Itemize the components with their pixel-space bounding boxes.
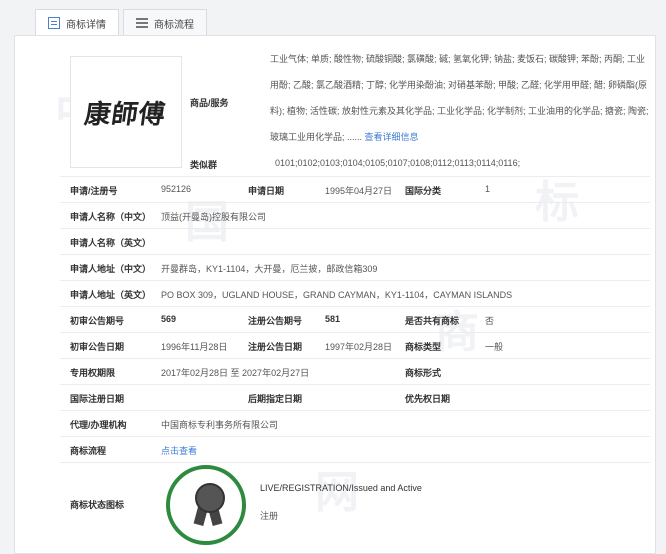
reg-pub-no-value: 581: [325, 314, 341, 324]
applicant-name-cn-label: 申请人名称（中文）: [70, 212, 152, 222]
reg-pub-date-label: 注册公告日期: [248, 342, 303, 352]
goods-label: 商品/服务: [190, 98, 229, 108]
applicant-address-cn-label: 申请人地址（中文）: [70, 264, 152, 274]
tab-label: 商标流程: [154, 19, 194, 31]
divider: [60, 462, 650, 463]
intl-class-label: 国际分类: [405, 186, 442, 196]
status-subtext: 注册: [260, 511, 279, 521]
trademark-type-label: 商标类型: [405, 342, 442, 352]
goods-list: 工业气体; 单质; 酸性物; 硫酸铜酸; 氯磺酸; 碱; 氢氧化钾; 钠盐; 麦…: [270, 46, 650, 150]
class-group-value: 0101;0102;0103;0104;0105;0107;0108;0112;…: [275, 158, 521, 168]
trademark-form-label: 商标形式: [405, 368, 442, 378]
app-date-value: 1995年04月27日: [325, 186, 393, 196]
view-details-link[interactable]: 查看详细信息: [365, 132, 419, 142]
divider: [60, 306, 650, 307]
intl-reg-date-label: 国际注册日期: [70, 394, 125, 404]
status-icon-label: 商标状态图标: [70, 500, 125, 510]
class-group-label: 类似群: [190, 160, 218, 170]
reg-no-label: 申请/注册号: [70, 186, 118, 196]
reg-pub-no-label: 注册公告期号: [248, 316, 303, 326]
divider: [60, 254, 650, 255]
exclusive-period-value: 2017年02月28日 至 2027年02月27日: [161, 368, 310, 378]
trademark-type-value: 一般: [485, 342, 504, 352]
tab-bar: 商标详情 商标流程: [35, 9, 211, 37]
agent-label: 代理/办理机构: [70, 420, 127, 430]
applicant-address-cn-value: 开曼群岛，KY1-1104，大开曼，厄兰披，邮政信箱309: [161, 264, 378, 274]
agent-value: 中国商标专利事务所有限公司: [161, 420, 279, 430]
priority-date-label: 优先权日期: [405, 394, 451, 404]
medal: [195, 483, 225, 513]
reg-pub-date-value: 1997年02月28日: [325, 342, 393, 352]
divider: [60, 202, 650, 203]
app-date-label: 申请日期: [248, 186, 285, 196]
logo-text: 康師傅: [83, 99, 169, 130]
shared-mark-value: 否: [485, 316, 495, 326]
divider: [60, 176, 650, 177]
divider: [60, 332, 650, 333]
view-process-link[interactable]: 点击查看: [161, 444, 197, 457]
prelim-pub-no-label: 初审公告期号: [70, 316, 125, 326]
list-icon: [136, 17, 148, 29]
shared-mark-label: 是否共有商标: [405, 316, 460, 326]
tab-trademark-details[interactable]: 商标详情: [35, 9, 119, 37]
registered-badge-icon: [166, 465, 246, 545]
intl-class-value: 1: [485, 184, 491, 194]
applicant-name-en-label: 申请人名称（英文）: [70, 238, 152, 248]
prelim-pub-date-value: 1996年11月28日: [161, 342, 228, 352]
divider: [60, 358, 650, 359]
applicant-name-cn-value: 顶益(开曼岛)控股有限公司: [161, 212, 266, 222]
goods-text: 工业气体; 单质; 酸性物; 硫酸铜酸; 氯磺酸; 碱; 氢氧化钾; 钠盐; 麦…: [270, 54, 649, 142]
divider: [60, 228, 650, 229]
tab-label: 商标详情: [66, 19, 106, 31]
prelim-pub-date-label: 初审公告日期: [70, 342, 125, 352]
tab-trademark-process[interactable]: 商标流程: [123, 9, 207, 37]
divider: [60, 384, 650, 385]
trademark-process-label: 商标流程: [70, 446, 107, 456]
trademark-logo: 康師傅: [70, 56, 182, 168]
exclusive-period-label: 专用权期限: [70, 368, 116, 378]
applicant-address-en-label: 申请人地址（英文）: [70, 290, 152, 300]
divider: [60, 280, 650, 281]
trademark-detail-panel: 中 国 商 标 网 康師傅 商品/服务 工业气体; 单质; 酸性物; 硫酸铜酸;…: [14, 35, 656, 554]
reg-no-value: 952126: [161, 184, 192, 194]
divider: [60, 410, 650, 411]
prelim-pub-no-value: 569: [161, 314, 177, 324]
divider: [60, 436, 650, 437]
later-designation-date-label: 后期指定日期: [248, 394, 303, 404]
applicant-address-en-value: PO BOX 309，UGLAND HOUSE，GRAND CAYMAN，KY1…: [161, 290, 513, 300]
status-text: LIVE/REGISTRATION/Issued and Active: [260, 483, 422, 493]
document-icon: [48, 17, 60, 29]
